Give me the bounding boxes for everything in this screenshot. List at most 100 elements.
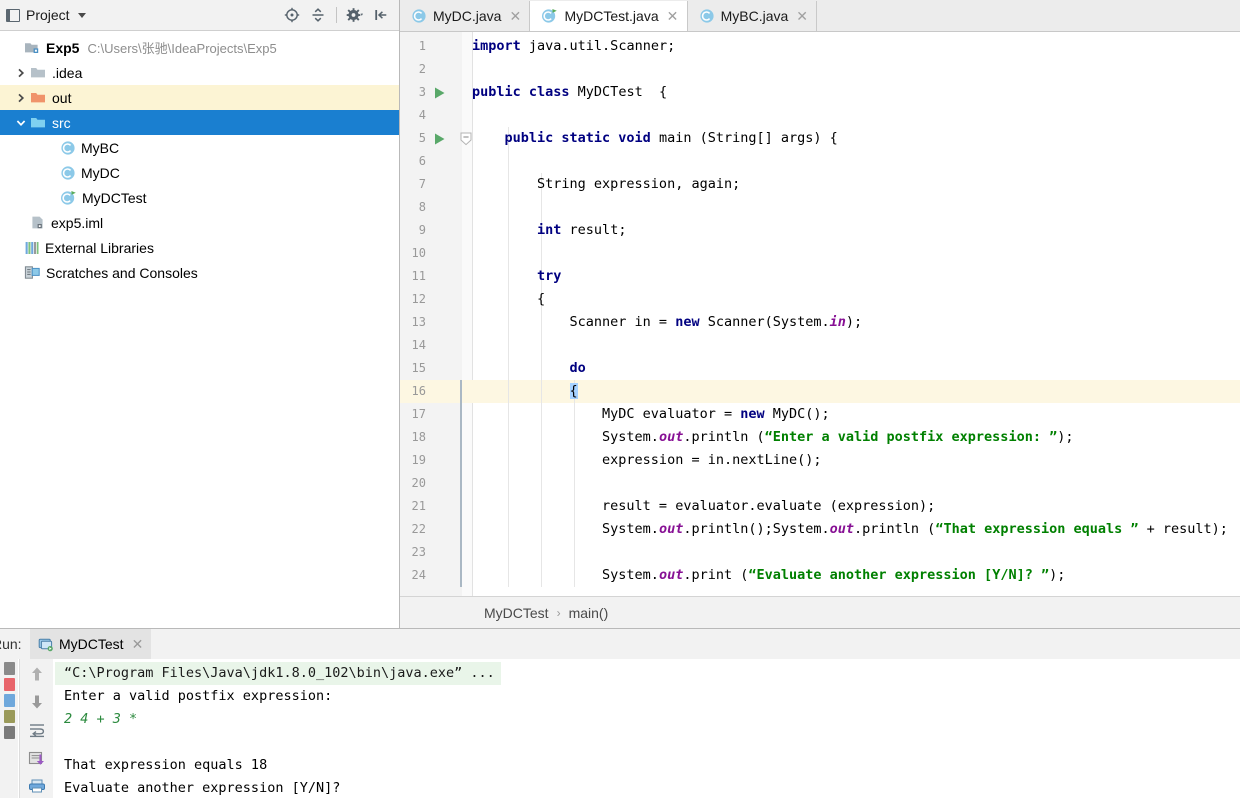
collapse-all-icon[interactable]: [306, 3, 330, 27]
editor-tab-mybc[interactable]: MyBC.java ✕: [687, 1, 818, 31]
code-line[interactable]: System.out.println (“Enter a valid postf…: [472, 426, 1240, 449]
tree-item-idea[interactable]: .idea: [0, 60, 399, 85]
java-class-icon: [699, 8, 715, 24]
code-line[interactable]: {: [472, 380, 1240, 403]
folder-source-icon: [30, 115, 47, 130]
code-line[interactable]: public class MyDCTest {: [472, 81, 1240, 104]
code-line[interactable]: int result;: [472, 219, 1240, 242]
code-line[interactable]: import java.util.Scanner;: [472, 35, 1240, 58]
code-line[interactable]: [472, 150, 1240, 173]
line-number: 12: [411, 292, 426, 306]
project-tool-window: Project Exp5 C:\Users\张驰\IdeaProjects\Ex…: [0, 0, 400, 628]
line-number: 8: [418, 200, 426, 214]
line-number: 18: [411, 430, 426, 444]
tree-item-exp5[interactable]: Exp5 C:\Users\张驰\IdeaProjects\Exp5: [0, 35, 399, 60]
project-title-group[interactable]: Project: [0, 7, 86, 23]
code-line[interactable]: Scanner in = new Scanner(System.in);: [472, 311, 1240, 334]
chevron-right-icon[interactable]: [12, 68, 30, 78]
line-number: 3: [418, 85, 426, 99]
console-line-text: “C:\Program Files\Java\jdk1.8.0_102\bin\…: [55, 662, 501, 685]
java-class-icon: [411, 8, 427, 24]
line-number: 21: [411, 499, 426, 513]
fold-marker-icon[interactable]: [460, 127, 472, 150]
run-gutter-icon[interactable]: [433, 81, 446, 104]
arrow-down-icon[interactable]: [25, 691, 49, 713]
gear-icon[interactable]: [343, 3, 367, 27]
caret-line-gutter-bar: [460, 380, 462, 587]
console-output[interactable]: “C:\Program Files\Java\jdk1.8.0_102\bin\…: [55, 659, 1240, 798]
scroll-to-end-icon[interactable]: [25, 747, 49, 769]
editor-tab-bar: MyDC.java ✕ MyDCTest.java ✕ MyBC.java ✕: [400, 0, 1240, 32]
chevron-down-icon[interactable]: [77, 12, 86, 18]
code-line[interactable]: expression = in.nextLine();: [472, 449, 1240, 472]
line-number: 2: [418, 62, 426, 76]
tree-item-scratches-and-consoles[interactable]: Scratches and Consoles: [0, 260, 399, 285]
code-line[interactable]: result = evaluator.evaluate (expression)…: [472, 495, 1240, 518]
code-line[interactable]: [472, 196, 1240, 219]
run-gutter-icon[interactable]: [433, 127, 446, 150]
tree-item-exp5-iml[interactable]: exp5.iml: [0, 210, 399, 235]
tree-item-label: .idea: [52, 64, 83, 81]
code-line[interactable]: MyDC evaluator = new MyDC();: [472, 403, 1240, 426]
tree-item-label: exp5.iml: [51, 214, 104, 231]
java-runnable-class-icon: [60, 190, 77, 206]
soft-wrap-icon[interactable]: [25, 719, 49, 741]
run-tab[interactable]: MyDCTest ✕: [30, 629, 151, 659]
trash-icon[interactable]: [3, 710, 15, 723]
resume-icon[interactable]: [3, 694, 15, 707]
code-line[interactable]: [472, 58, 1240, 81]
locate-icon[interactable]: [280, 3, 304, 27]
editor-area: MyDC.java ✕ MyDCTest.java ✕ MyBC.java ✕ 1 im…: [400, 0, 1240, 628]
project-panel-title: Project: [26, 7, 70, 23]
stop-icon[interactable]: [3, 678, 15, 691]
editor-tab-mydctest[interactable]: MyDCTest.java ✕: [530, 1, 688, 31]
code-line[interactable]: try: [472, 265, 1240, 288]
tree-item-mydctest[interactable]: MyDCTest: [0, 185, 399, 210]
code-line[interactable]: public static void main (String[] args) …: [472, 127, 1240, 150]
code-line[interactable]: String expression, again;: [472, 173, 1240, 196]
code-line[interactable]: [472, 334, 1240, 357]
code-editor[interactable]: 1 import java.util.Scanner; 2 3 public class…: [400, 32, 1240, 597]
scratches-icon: [24, 265, 41, 280]
tree-item-mydc[interactable]: MyDC: [0, 160, 399, 185]
editor-tab-label: MyDC.java: [433, 8, 502, 24]
chevron-right-icon[interactable]: [12, 93, 30, 103]
editor-tab-mydc[interactable]: MyDC.java ✕: [400, 1, 531, 31]
console-line: That expression equals 18: [55, 754, 1240, 777]
tree-item-label: MyBC: [81, 139, 120, 156]
pin-icon[interactable]: [3, 726, 15, 739]
code-line[interactable]: do: [472, 357, 1240, 380]
tree-item-mybc[interactable]: MyBC: [0, 135, 399, 160]
code-line[interactable]: [472, 104, 1240, 127]
rerun-icon[interactable]: [3, 662, 15, 675]
code-line[interactable]: [472, 242, 1240, 265]
line-number: 11: [411, 269, 426, 283]
libraries-icon: [24, 240, 40, 256]
hide-panel-icon[interactable]: [369, 3, 393, 27]
console-line: 2 4 + 3 *: [55, 708, 1240, 731]
code-line[interactable]: [472, 472, 1240, 495]
code-line[interactable]: System.out.println();System.out.println …: [472, 518, 1240, 541]
console-line: Enter a valid postfix expression:: [55, 685, 1240, 708]
run-side-icon-strip: [0, 659, 18, 798]
breadcrumb-method[interactable]: main(): [569, 605, 609, 621]
console-line-text: Enter a valid postfix expression:: [64, 688, 333, 704]
close-icon[interactable]: ✕: [132, 637, 144, 651]
editor-tab-label: MyBC.java: [720, 8, 789, 24]
code-line[interactable]: [472, 541, 1240, 564]
code-line[interactable]: {: [472, 288, 1240, 311]
print-icon[interactable]: [25, 775, 49, 797]
tree-item-out[interactable]: out: [0, 85, 399, 110]
close-icon[interactable]: ✕: [796, 9, 808, 23]
breadcrumb-class[interactable]: MyDCTest: [484, 605, 549, 621]
ide-window: Project Exp5 C:\Users\张驰\IdeaProjects\Ex…: [0, 0, 1240, 798]
code-line[interactable]: System.out.print (“Evaluate another expr…: [472, 564, 1240, 587]
tree-item-external-libraries[interactable]: External Libraries: [0, 235, 399, 260]
close-icon[interactable]: ✕: [509, 9, 521, 23]
tree-item-label: out: [52, 89, 72, 106]
breadcrumb-separator: ›: [556, 605, 561, 620]
arrow-up-icon[interactable]: [25, 663, 49, 685]
tree-item-src[interactable]: src: [0, 110, 399, 135]
chevron-down-icon[interactable]: [12, 118, 30, 128]
close-icon[interactable]: ✕: [667, 9, 679, 23]
